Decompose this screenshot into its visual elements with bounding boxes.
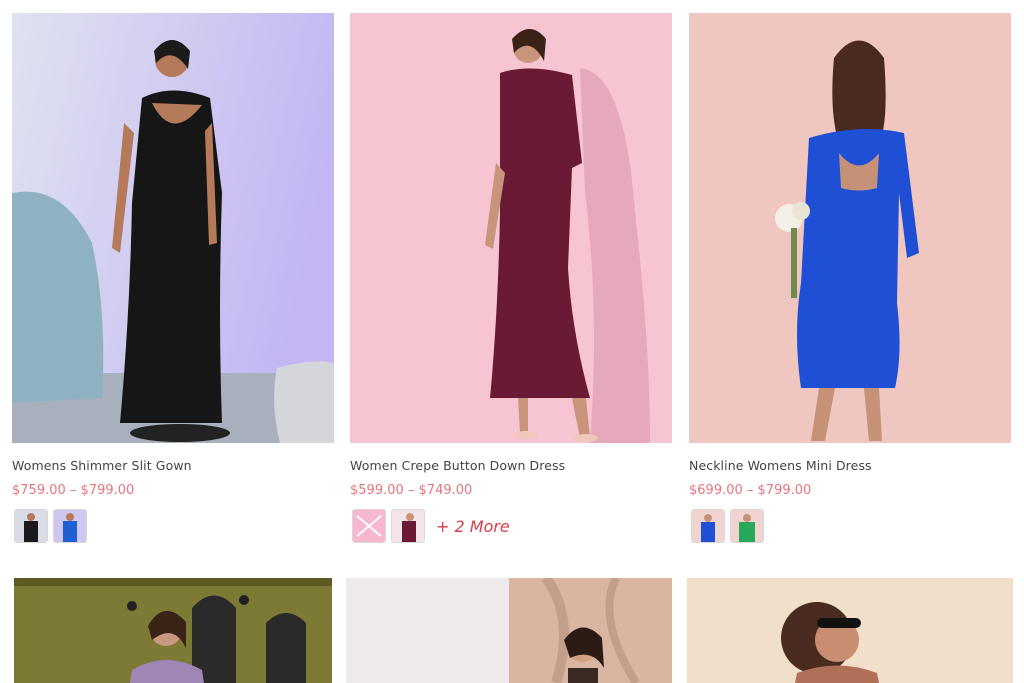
product-image[interactable]	[346, 578, 672, 683]
color-swatch-black[interactable]	[14, 509, 48, 543]
product-title[interactable]: Womens Shimmer Slit Gown	[12, 458, 192, 473]
product-image[interactable]	[14, 578, 332, 683]
product-price: $759.00 – $799.00	[12, 483, 135, 498]
product-image[interactable]	[687, 578, 1013, 683]
color-swatch-green[interactable]	[730, 509, 764, 543]
product-card[interactable]	[687, 578, 1013, 683]
product-card[interactable]	[346, 578, 672, 683]
color-swatch-blue[interactable]	[691, 509, 725, 543]
color-swatch-blue[interactable]	[53, 509, 87, 543]
color-swatches	[691, 509, 769, 543]
color-swatches: + 2 More	[352, 509, 510, 543]
color-swatches	[14, 509, 92, 543]
product-card[interactable]	[14, 578, 332, 683]
product-image[interactable]	[12, 13, 334, 443]
product-price: $599.00 – $749.00	[350, 483, 473, 498]
product-price: $699.00 – $799.00	[689, 483, 812, 498]
more-colors-link[interactable]: + 2 More	[436, 517, 510, 536]
product-grid: Womens Shimmer Slit Gown $759.00 – $799.…	[0, 0, 1024, 683]
product-title[interactable]: Women Crepe Button Down Dress	[350, 458, 565, 473]
color-swatch-maroon[interactable]	[391, 509, 425, 543]
color-swatch-pink[interactable]	[352, 509, 386, 543]
product-title[interactable]: Neckline Womens Mini Dress	[689, 458, 872, 473]
product-image[interactable]	[689, 13, 1011, 443]
product-image[interactable]	[350, 13, 672, 443]
